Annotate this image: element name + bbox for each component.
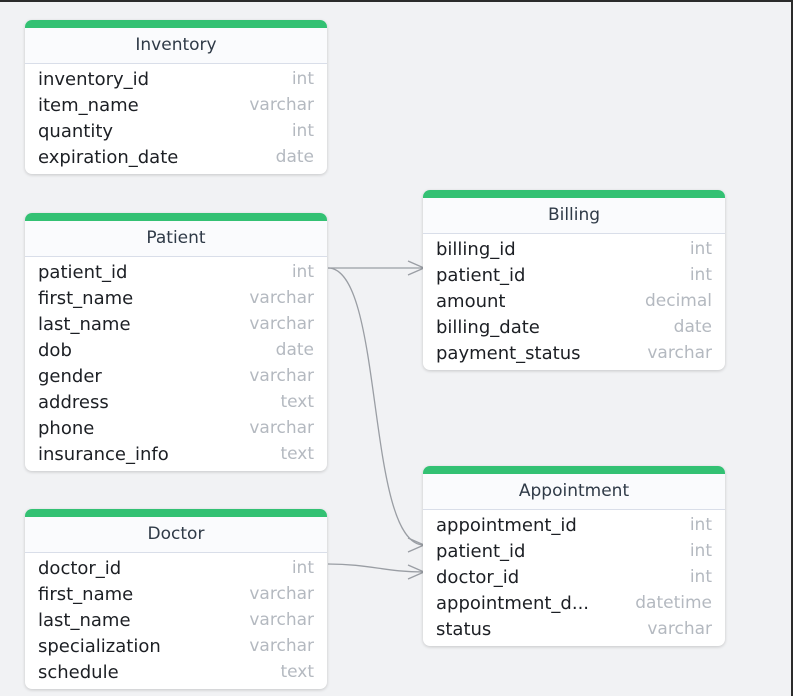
- field-type: varchar: [249, 314, 314, 334]
- field-type: int: [291, 262, 314, 282]
- table-appointment[interactable]: Appointment appointment_id int patient_id i…: [423, 466, 725, 646]
- field-type: varchar: [249, 584, 314, 604]
- field-row[interactable]: expiration_date date: [25, 144, 327, 170]
- field-row[interactable]: gender varchar: [25, 363, 327, 389]
- field-name: patient_id: [436, 264, 526, 286]
- field-list: patient_id int first_name varchar last_name v…: [25, 257, 327, 471]
- field-name: dob: [38, 339, 72, 361]
- table-title: Inventory: [25, 20, 327, 64]
- field-type: date: [275, 340, 314, 360]
- field-type: int: [689, 239, 712, 259]
- field-type: text: [280, 662, 314, 682]
- field-name: amount: [436, 290, 506, 312]
- field-name: first_name: [38, 583, 134, 605]
- field-row[interactable]: first_name varchar: [25, 285, 327, 311]
- field-name: billing_id: [436, 238, 516, 260]
- field-row[interactable]: specialization varchar: [25, 633, 327, 659]
- field-type: int: [689, 567, 712, 587]
- field-name: gender: [38, 365, 102, 387]
- field-row[interactable]: billing_id int: [423, 236, 725, 262]
- field-row[interactable]: amount decimal: [423, 288, 725, 314]
- field-row[interactable]: appointment_d... datetime: [423, 590, 725, 616]
- field-row[interactable]: status varchar: [423, 616, 725, 642]
- field-name: billing_date: [436, 316, 540, 338]
- field-name: address: [38, 391, 109, 413]
- field-name: last_name: [38, 609, 131, 631]
- field-name: payment_status: [436, 342, 581, 364]
- table-patient[interactable]: Patient patient_id int first_name varchar la…: [25, 213, 327, 471]
- field-list: appointment_id int patient_id int doctor_id i…: [423, 510, 725, 646]
- field-type: int: [291, 558, 314, 578]
- field-name: first_name: [38, 287, 134, 309]
- field-row[interactable]: appointment_id int: [423, 512, 725, 538]
- field-type: varchar: [647, 619, 712, 639]
- field-name: specialization: [38, 635, 161, 657]
- field-row[interactable]: item_name varchar: [25, 92, 327, 118]
- field-type: int: [689, 515, 712, 535]
- field-name: schedule: [38, 661, 119, 683]
- field-type: varchar: [249, 366, 314, 386]
- relation-patient-appointment[interactable]: [327, 267, 425, 546]
- field-row[interactable]: doctor_id int: [423, 564, 725, 590]
- field-type: varchar: [249, 636, 314, 656]
- field-type: varchar: [249, 418, 314, 438]
- field-list: inventory_id int item_name varchar quantity i…: [25, 64, 327, 174]
- field-type: int: [689, 541, 712, 561]
- field-row[interactable]: patient_id int: [423, 262, 725, 288]
- field-row[interactable]: last_name varchar: [25, 607, 327, 633]
- field-row[interactable]: dob date: [25, 337, 327, 363]
- table-billing[interactable]: Billing billing_id int patient_id int amount…: [423, 190, 725, 370]
- field-row[interactable]: schedule text: [25, 659, 327, 685]
- field-type: varchar: [249, 95, 314, 115]
- field-row[interactable]: patient_id int: [25, 259, 327, 285]
- field-name: inventory_id: [38, 68, 150, 90]
- field-type: varchar: [249, 610, 314, 630]
- field-name: phone: [38, 417, 95, 439]
- field-type: varchar: [249, 288, 314, 308]
- field-name: last_name: [38, 313, 131, 335]
- field-row[interactable]: address text: [25, 389, 327, 415]
- field-name: doctor_id: [38, 557, 122, 579]
- field-row[interactable]: doctor_id int: [25, 555, 327, 581]
- field-type: text: [280, 444, 314, 464]
- table-title: Appointment: [423, 466, 725, 510]
- table-inventory[interactable]: Inventory inventory_id int item_name varcha…: [25, 20, 327, 174]
- field-name: patient_id: [436, 540, 526, 562]
- field-row[interactable]: last_name varchar: [25, 311, 327, 337]
- field-row[interactable]: patient_id int: [423, 538, 725, 564]
- field-name: quantity: [38, 120, 114, 142]
- field-name: status: [436, 618, 492, 640]
- table-title: Billing: [423, 190, 725, 234]
- field-name: insurance_info: [38, 443, 169, 465]
- field-type: int: [689, 265, 712, 285]
- field-row[interactable]: phone varchar: [25, 415, 327, 441]
- field-type: int: [291, 69, 314, 89]
- field-type: datetime: [635, 593, 712, 613]
- field-type: varchar: [647, 343, 712, 363]
- field-type: date: [275, 147, 314, 167]
- field-name: item_name: [38, 94, 139, 116]
- field-list: doctor_id int first_name varchar last_name va…: [25, 553, 327, 689]
- field-name: appointment_id: [436, 514, 577, 536]
- table-title: Patient: [25, 213, 327, 257]
- table-title: Doctor: [25, 509, 327, 553]
- field-row[interactable]: first_name varchar: [25, 581, 327, 607]
- table-doctor[interactable]: Doctor doctor_id int first_name varchar last…: [25, 509, 327, 689]
- field-row[interactable]: inventory_id int: [25, 66, 327, 92]
- field-type: date: [673, 317, 712, 337]
- field-type: decimal: [644, 291, 712, 311]
- field-type: int: [291, 121, 314, 141]
- field-name: appointment_d...: [436, 592, 590, 614]
- field-list: billing_id int patient_id int amount decimal b…: [423, 234, 725, 370]
- field-row[interactable]: payment_status varchar: [423, 340, 725, 366]
- field-row[interactable]: insurance_info text: [25, 441, 327, 467]
- field-name: doctor_id: [436, 566, 520, 588]
- field-type: text: [280, 392, 314, 412]
- field-row[interactable]: billing_date date: [423, 314, 725, 340]
- field-row[interactable]: quantity int: [25, 118, 327, 144]
- field-name: patient_id: [38, 261, 128, 283]
- field-name: expiration_date: [38, 146, 179, 168]
